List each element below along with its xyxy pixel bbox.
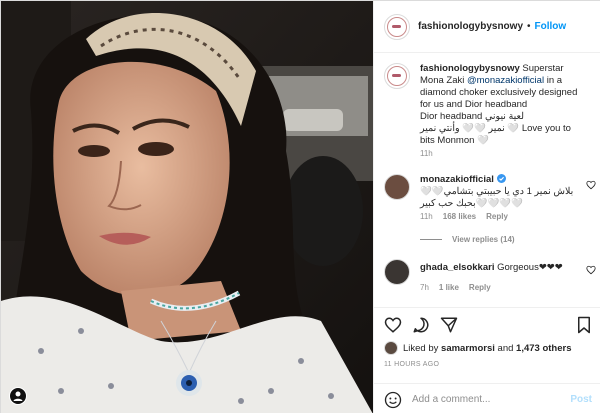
- emoji-icon[interactable]: [384, 391, 402, 409]
- comments-list[interactable]: fashionologybysnowy Superstar Mona Zaki …: [374, 54, 600, 306]
- comment-likes[interactable]: 1 like: [439, 283, 459, 292]
- caption-text: fashionologybysnowy Superstar Mona Zaki …: [420, 63, 580, 147]
- comment-icon[interactable]: [412, 316, 430, 334]
- post-actions: Liked by samarmorsi and 1,473 others 11 …: [374, 307, 600, 413]
- liked-by: Liked by samarmorsi and 1,473 others: [384, 341, 572, 355]
- liked-by-prefix: Liked by: [403, 342, 439, 354]
- comment-meta: 7h 1 like Reply: [420, 283, 491, 292]
- caption-avatar[interactable]: [384, 63, 410, 89]
- share-icon[interactable]: [440, 316, 458, 334]
- add-comment-bar: Post: [374, 383, 600, 413]
- follow-button[interactable]: Follow: [535, 21, 567, 32]
- view-replies-line: [420, 239, 442, 240]
- comment-like-icon[interactable]: [586, 265, 596, 275]
- caption-username[interactable]: fashionologybysnowy: [420, 63, 520, 74]
- comment-username[interactable]: monazakiofficial: [420, 174, 494, 185]
- post-frame: fashionologybysnowy • Follow fashionolog…: [0, 0, 600, 413]
- comment-avatar[interactable]: [384, 174, 410, 200]
- comment-time: 7h: [420, 283, 429, 292]
- bookmark-icon[interactable]: [576, 316, 592, 334]
- user-tag-icon[interactable]: [9, 387, 27, 405]
- view-replies-button[interactable]: View replies (14): [420, 235, 515, 244]
- post-comment-button[interactable]: Post: [570, 394, 592, 405]
- comment-text: monazakiofficial بلاش نمير 1 دي يا حبيبت…: [420, 174, 580, 210]
- author-avatar[interactable]: [384, 13, 410, 40]
- author-username[interactable]: fashionologybysnowy: [418, 21, 523, 32]
- liked-by-user[interactable]: samarmorsi: [441, 343, 495, 354]
- liked-by-middle: and: [497, 342, 514, 354]
- post-side-panel: fashionologybysnowy • Follow fashionolog…: [373, 1, 600, 413]
- portrait-image: [1, 1, 373, 413]
- separator-dot: •: [527, 21, 531, 32]
- comment-body: Gorgeous❤❤❤: [497, 262, 563, 273]
- caption-mention[interactable]: @monazakiofficial: [467, 75, 544, 86]
- comment-time: 11h: [420, 212, 433, 221]
- post-timestamp[interactable]: 11 HOURS AGO: [384, 361, 439, 368]
- post-photo[interactable]: [1, 1, 373, 413]
- caption-arabic-line-2: نمير 🤍🤍 وأنتي نمير 🤍 Love you to bits Mo…: [420, 123, 571, 146]
- comment-avatar[interactable]: [384, 259, 410, 285]
- caption-arabic-line: لعية نيوني Dior headband: [420, 111, 525, 122]
- comment-meta: 11h 168 likes Reply: [420, 212, 508, 221]
- post-header: fashionologybysnowy • Follow: [374, 1, 600, 53]
- comment-text: ghada_elsokkari Gorgeous❤❤❤: [420, 262, 580, 274]
- verified-icon: [496, 174, 506, 183]
- comment-input[interactable]: [412, 394, 562, 405]
- comment-like-icon[interactable]: [586, 180, 596, 190]
- comment-body: بلاش نمير 1 دي يا حبيبتي بتشامي🤍🤍🤍🤍🤍🤍بحب…: [420, 186, 574, 209]
- caption-time: 11h: [420, 149, 433, 158]
- liker-avatar[interactable]: [384, 341, 398, 355]
- caption-meta: 11h: [420, 149, 433, 158]
- heart-icon[interactable]: [384, 316, 402, 334]
- comment-reply-button[interactable]: Reply: [469, 283, 491, 292]
- comment-reply-button[interactable]: Reply: [486, 212, 508, 221]
- liked-by-count[interactable]: 1,473 others: [516, 343, 571, 354]
- comment-likes[interactable]: 168 likes: [443, 212, 476, 221]
- action-icons: [384, 316, 594, 336]
- comment-username[interactable]: ghada_elsokkari: [420, 262, 494, 273]
- view-replies-label: View replies (14): [452, 235, 515, 244]
